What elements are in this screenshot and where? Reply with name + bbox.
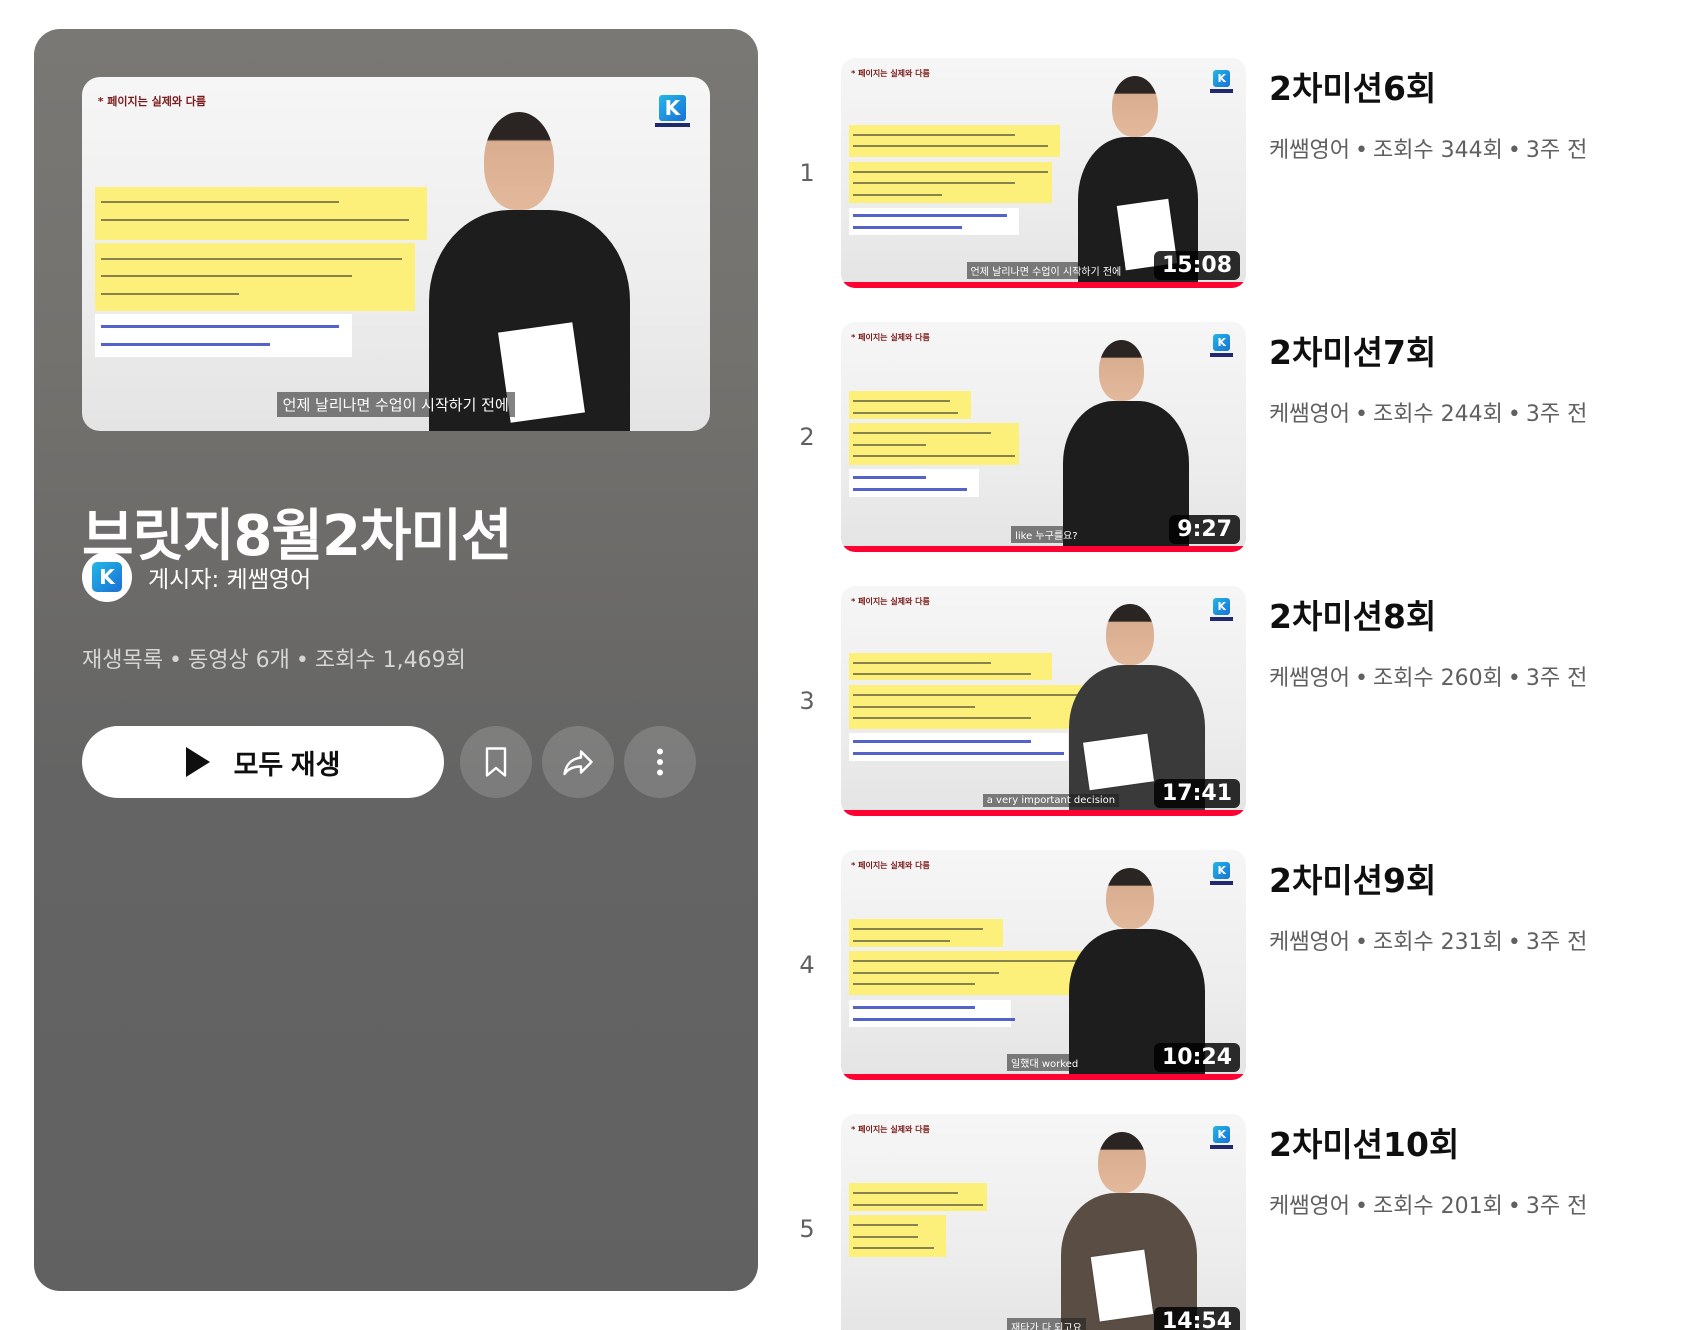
video-info: 2차미션6회 케쌤영어 • 조회수 344회 • 3주 전	[1269, 58, 1649, 164]
duration-badge: 9:27	[1169, 515, 1240, 544]
upload-age: 3주 전	[1525, 666, 1588, 691]
video-index: 3	[799, 687, 815, 715]
playlist-video-item[interactable]: 4 * 페이지는 실제와 다름 K 일했대 worked 10:24 2차미션9…	[786, 850, 1646, 1080]
video-title[interactable]: 2차미션9회	[1269, 854, 1649, 902]
channel-name[interactable]: 케쌤영어	[1269, 930, 1350, 955]
playlist-type: 재생목록	[82, 648, 163, 673]
avatar[interactable]: K	[82, 552, 132, 602]
channel-name[interactable]: 케쌤영어	[1269, 1194, 1350, 1219]
video-meta: 케쌤영어 • 조회수 231회 • 3주 전	[1269, 930, 1588, 955]
playlist-video-item[interactable]: 2 * 페이지는 실제와 다름 K like 누구를요? 9:27 2차미션7회…	[786, 322, 1646, 552]
share-button[interactable]	[542, 726, 614, 798]
video-info: 2차미션7회 케쌤영어 • 조회수 244회 • 3주 전	[1269, 322, 1649, 428]
bookmark-icon	[485, 747, 507, 777]
share-icon	[563, 750, 593, 776]
channel-logo-icon: K	[1208, 333, 1236, 357]
playlist-cover-thumbnail[interactable]: * 페이지는 실제와 다름 K 언제 날리나면 수업이 시작하기 전에	[82, 77, 710, 431]
presenter-figure	[1044, 1128, 1214, 1330]
channel-name[interactable]: 케쌤영어	[1269, 666, 1350, 691]
view-count: 조회수 260회	[1372, 666, 1503, 691]
playlist-owner[interactable]: K 게시자: 케쌤영어	[82, 552, 311, 602]
channel-logo-icon: K	[92, 562, 122, 592]
video-thumbnail[interactable]: * 페이지는 실제와 다름 K a very important decisio…	[841, 586, 1246, 816]
video-index: 2	[799, 423, 815, 451]
upload-age: 3주 전	[1525, 402, 1588, 427]
watch-progress-bar	[841, 1074, 1246, 1080]
video-title[interactable]: 2차미션10회	[1269, 1118, 1649, 1166]
duration-badge: 15:08	[1153, 251, 1240, 280]
more-vert-icon	[657, 748, 663, 776]
playlist-meta: 재생목록 • 동영상 6개 • 조회수 1,469회	[82, 648, 466, 673]
video-meta: 케쌤영어 • 조회수 260회 • 3주 전	[1269, 666, 1588, 691]
play-all-button[interactable]: 모두 재생	[82, 726, 444, 798]
subtitle-caption: 일했대 worked	[1007, 1053, 1083, 1071]
more-actions-button[interactable]	[624, 726, 696, 798]
view-count: 조회수 1,469회	[314, 648, 466, 673]
video-index: 1	[799, 159, 815, 187]
video-info: 2차미션9회 케쌤영어 • 조회수 231회 • 3주 전	[1269, 850, 1649, 956]
playlist-video-item[interactable]: 1 * 페이지는 실제와 다름 K 언제 날리나면 수업이 시작하기 전에 15…	[786, 58, 1646, 288]
playlist-header-panel: * 페이지는 실제와 다름 K 언제 날리나면 수업이 시작하기 전에 브릿지8…	[34, 29, 758, 1291]
watch-progress-bar	[841, 546, 1246, 552]
video-info: 2차미션10회 케쌤영어 • 조회수 201회 • 3주 전	[1269, 1114, 1649, 1220]
thumbnail-note: * 페이지는 실제와 다름	[97, 94, 207, 108]
channel-name[interactable]: 케쌤영어	[1269, 138, 1350, 163]
view-count: 조회수 244회	[1372, 402, 1503, 427]
video-title[interactable]: 2차미션7회	[1269, 326, 1649, 374]
upload-age: 3주 전	[1525, 930, 1588, 955]
presenter-figure	[409, 105, 660, 431]
view-count: 조회수 344회	[1372, 138, 1503, 163]
upload-age: 3주 전	[1525, 1194, 1588, 1219]
subtitle-caption: a very important decision	[982, 793, 1120, 807]
video-info: 2차미션8회 케쌤영어 • 조회수 260회 • 3주 전	[1269, 586, 1649, 692]
video-index: 4	[799, 951, 815, 979]
view-count: 조회수 231회	[1372, 930, 1503, 955]
video-title[interactable]: 2차미션8회	[1269, 590, 1649, 638]
subtitle-caption: 언제 날리나면 수업이 시작하기 전에	[966, 261, 1126, 279]
duration-badge: 17:41	[1153, 779, 1240, 808]
watch-progress-bar	[841, 810, 1246, 816]
duration-badge: 14:54	[1153, 1307, 1240, 1330]
upload-age: 3주 전	[1525, 138, 1588, 163]
video-count: 동영상 6개	[187, 648, 290, 673]
playlist-video-item[interactable]: 5 * 페이지는 실제와 다름 K 재타가 다 되고요 14:54 2차미션10…	[786, 1114, 1646, 1330]
subtitle-caption: like 누구를요?	[1011, 525, 1082, 543]
video-title[interactable]: 2차미션6회	[1269, 62, 1649, 110]
thumbnail-art: * 페이지는 실제와 다름 K 언제 날리나면 수업이 시작하기 전에	[82, 77, 710, 431]
video-index: 5	[799, 1215, 815, 1243]
view-count: 조회수 201회	[1372, 1194, 1503, 1219]
video-meta: 케쌤영어 • 조회수 344회 • 3주 전	[1269, 138, 1588, 163]
watch-progress-bar	[841, 282, 1246, 288]
playlist-video-item[interactable]: 3 * 페이지는 실제와 다름 K a very important decis…	[786, 586, 1646, 816]
subtitle-caption: 언제 날리나면 수업이 시작하기 전에	[276, 391, 515, 417]
video-thumbnail[interactable]: * 페이지는 실제와 다름 K like 누구를요? 9:27	[841, 322, 1246, 552]
channel-name[interactable]: 케쌤영어	[1269, 402, 1350, 427]
play-all-label: 모두 재생	[233, 749, 341, 780]
owner-label[interactable]: 게시자: 케쌤영어	[148, 560, 311, 594]
video-meta: 케쌤영어 • 조회수 201회 • 3주 전	[1269, 1194, 1588, 1219]
video-thumbnail[interactable]: * 페이지는 실제와 다름 K 일했대 worked 10:24	[841, 850, 1246, 1080]
play-icon	[185, 747, 210, 777]
video-thumbnail[interactable]: * 페이지는 실제와 다름 K 언제 날리나면 수업이 시작하기 전에 15:0…	[841, 58, 1246, 288]
subtitle-caption: 재타가 다 되고요	[1007, 1317, 1086, 1330]
duration-badge: 10:24	[1153, 1043, 1240, 1072]
video-thumbnail[interactable]: * 페이지는 실제와 다름 K 재타가 다 되고요 14:54	[841, 1114, 1246, 1330]
video-meta: 케쌤영어 • 조회수 244회 • 3주 전	[1269, 402, 1588, 427]
save-button[interactable]	[460, 726, 532, 798]
